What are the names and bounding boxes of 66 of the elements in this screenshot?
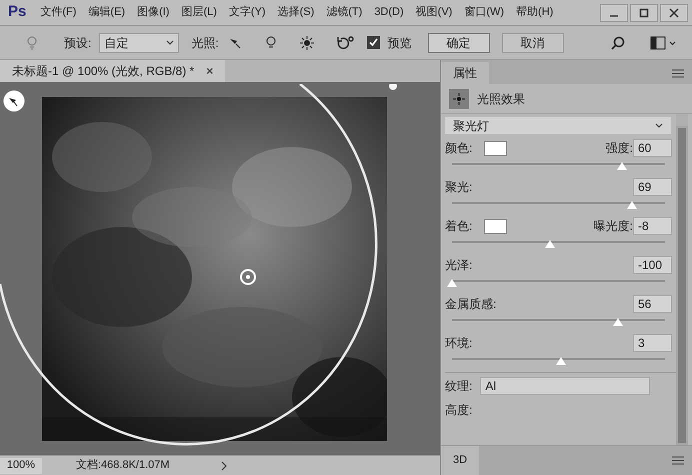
property-label: 纹理:: [445, 378, 472, 394]
slider-thumb[interactable]: [626, 201, 637, 209]
caret-icon: [166, 40, 174, 45]
property-label: 强度:: [606, 140, 633, 157]
slider-thumb[interactable]: [617, 162, 628, 170]
lighting-effects-icon: [449, 88, 469, 108]
menu-item[interactable]: 帮助(H): [510, 4, 560, 21]
value-field[interactable]: 69: [633, 178, 672, 196]
value-field[interactable]: -100: [633, 256, 672, 274]
property-label: 环境:: [445, 335, 472, 352]
texture-dropdown[interactable]: Al: [480, 376, 650, 394]
menu-item[interactable]: 图层(L): [175, 4, 223, 21]
property-label: 曝光度:: [594, 218, 633, 235]
menu-item[interactable]: 文件(F): [34, 4, 82, 21]
value-field[interactable]: -8: [633, 217, 672, 235]
reset-icon[interactable]: [334, 34, 355, 50]
spotlight-handle-icon[interactable]: [3, 90, 25, 112]
property-label: 颜色:: [445, 140, 472, 157]
preview-label: 预览: [388, 34, 412, 52]
close-icon[interactable]: [660, 4, 688, 22]
color-swatch[interactable]: [484, 140, 508, 156]
slider-thumb[interactable]: [447, 279, 457, 287]
caret-icon: [655, 123, 663, 128]
properties-tab[interactable]: 属性: [441, 62, 489, 84]
menu-item[interactable]: 滤镜(T): [320, 4, 368, 21]
3d-tab[interactable]: 3D: [441, 446, 480, 475]
value-field[interactable]: 56: [633, 295, 672, 313]
menu-icon[interactable]: [672, 69, 684, 78]
slider-thumb[interactable]: [613, 318, 624, 326]
menu-item[interactable]: 3D(D): [368, 4, 410, 21]
app-logo: Ps: [7, 2, 28, 22]
value-field[interactable]: 60: [633, 139, 672, 157]
menu-item[interactable]: 选择(S): [272, 4, 320, 21]
menu-icon[interactable]: [672, 456, 684, 465]
maximize-icon[interactable]: [630, 4, 658, 22]
property-label: 光泽:: [445, 257, 472, 274]
lighting-label: 光照:: [191, 34, 219, 52]
section-title: 光照效果: [477, 90, 525, 108]
slider-thumb[interactable]: [544, 240, 555, 248]
search-icon[interactable]: [610, 34, 626, 50]
close-tab-button[interactable]: ×: [206, 62, 214, 80]
document-tab[interactable]: 未标题-1 @ 100% (光效, RGB/8) * ×: [0, 60, 226, 82]
light-type-dropdown[interactable]: 聚光灯: [445, 117, 671, 134]
sun-icon[interactable]: [298, 34, 315, 50]
property-label: 聚光:: [445, 179, 472, 196]
menu-item[interactable]: 视图(V): [410, 4, 458, 21]
value-field[interactable]: 3: [633, 334, 672, 352]
ok-button[interactable]: 确定: [428, 32, 490, 52]
workspace-icon[interactable]: [650, 36, 676, 50]
preview-checkbox[interactable]: [366, 36, 380, 49]
chevron-right-icon[interactable]: [220, 460, 228, 470]
document-title: 未标题-1 @ 100% (光效, RGB/8) *: [12, 63, 194, 80]
property-label: 金属质感:: [445, 296, 496, 313]
property-label: 高度:: [445, 402, 472, 419]
menu-item[interactable]: 编辑(E): [82, 4, 132, 21]
menu-item[interactable]: 文字(Y): [222, 4, 272, 21]
color-swatch[interactable]: [484, 218, 508, 234]
menu-item[interactable]: 窗口(W): [458, 4, 510, 21]
slider-thumb[interactable]: [556, 357, 566, 365]
preset-dropdown[interactable]: 自定: [99, 32, 180, 52]
cancel-button[interactable]: 取消: [502, 32, 564, 52]
preset-label: 预设:: [64, 34, 92, 52]
zoom-level: 100%: [0, 458, 42, 474]
document-info: 文档:468.8K/1.07M: [76, 458, 170, 474]
property-label: 着色:: [445, 218, 472, 235]
menu-item[interactable]: 图像(I): [131, 4, 176, 21]
